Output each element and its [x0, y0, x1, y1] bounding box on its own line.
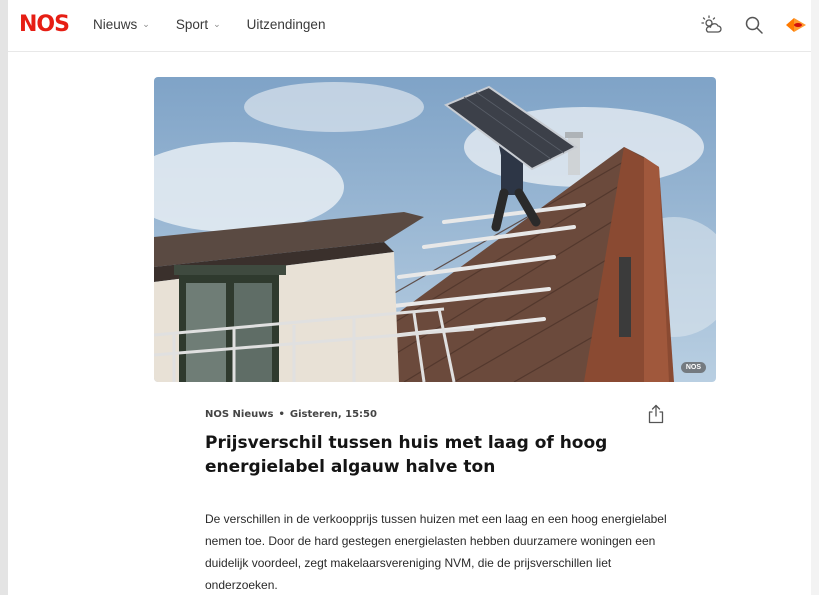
nav-item-label: Sport: [175, 17, 209, 32]
nav-item-sport[interactable]: Sport ⌄: [176, 17, 221, 32]
chevron-down-icon: ⌄: [142, 19, 150, 29]
share-button[interactable]: [647, 404, 665, 424]
article-source[interactable]: NOS Nieuws: [205, 409, 273, 420]
window-frame-left: [0, 0, 8, 595]
article-lead: De verschillen in de verkoopprijs tussen…: [205, 512, 667, 592]
article-meta: NOS Nieuws • Gisteren, 15:50: [205, 409, 377, 420]
article-hero-image[interactable]: NOS: [154, 77, 716, 382]
search-icon[interactable]: [741, 12, 767, 38]
article-title[interactable]: Prijsverschil tussen huis met laag of ho…: [205, 431, 635, 479]
nav-item-nieuws[interactable]: Nieuws ⌄: [93, 17, 150, 32]
article-timestamp: Gisteren, 15:50: [289, 409, 377, 420]
share-icon: [648, 404, 664, 424]
nav-item-uitzendingen[interactable]: Uitzendingen: [247, 17, 326, 32]
nav-item-label: Nieuws: [93, 17, 138, 32]
meta-separator: •: [278, 409, 285, 420]
nos-logo[interactable]: NOS: [19, 13, 70, 37]
nav-item-label: Uitzendingen: [246, 17, 326, 32]
top-header: NOS Nieuws ⌄ Sport ⌄ Uitzendingen: [8, 0, 811, 52]
photo-credit-badge: NOS: [680, 362, 706, 373]
solar-panel-roof-photo: [154, 77, 716, 382]
window-frame-right: [811, 0, 819, 595]
header-icons: [699, 12, 809, 38]
weather-icon[interactable]: [699, 12, 725, 38]
chevron-down-icon: ⌄: [213, 19, 221, 29]
npo-icon[interactable]: [783, 12, 809, 38]
main-nav: Nieuws ⌄ Sport ⌄ Uitzendingen: [93, 17, 325, 32]
